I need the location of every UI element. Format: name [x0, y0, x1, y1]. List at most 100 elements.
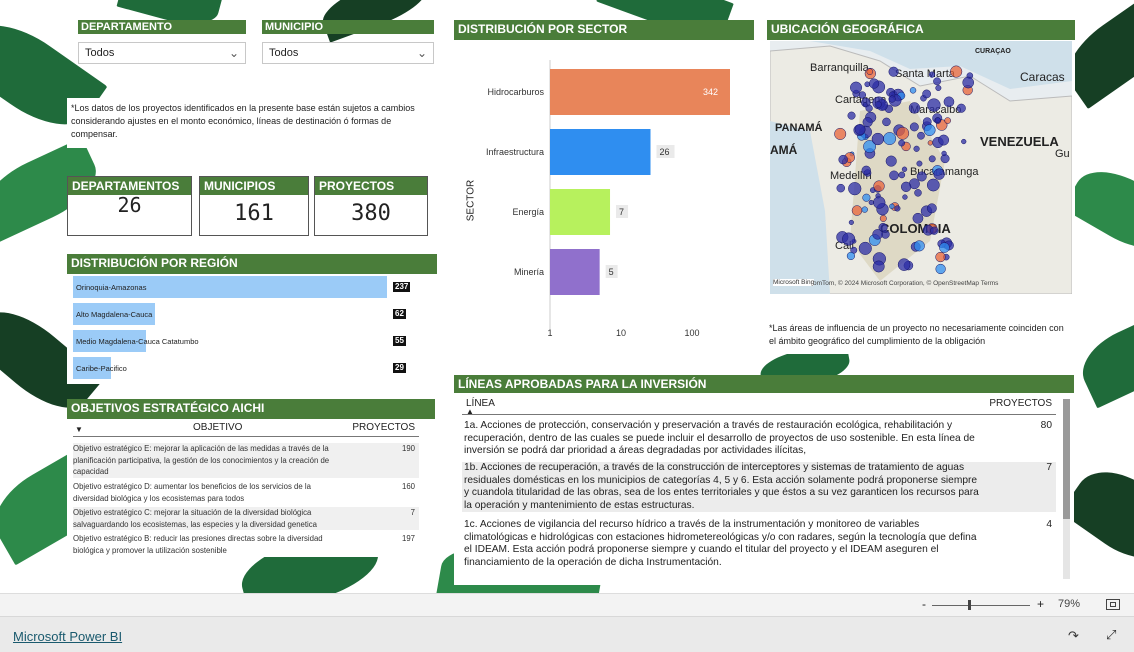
map-project-point[interactable] — [861, 165, 871, 175]
map-project-point[interactable] — [888, 66, 899, 77]
map-project-point[interactable] — [914, 189, 922, 197]
map-project-point[interactable] — [930, 226, 939, 235]
sector-bar[interactable] — [550, 189, 611, 235]
sector-bar[interactable] — [550, 249, 600, 295]
map-project-point[interactable] — [935, 263, 946, 275]
map-project-point[interactable] — [836, 183, 846, 193]
share-icon[interactable]: ↷ — [1068, 628, 1079, 644]
region-bar-row[interactable]: Alto Magdalena-Cauca 62 — [73, 303, 413, 325]
map-project-point[interactable] — [885, 155, 897, 167]
map-project-point[interactable] — [944, 117, 951, 124]
region-bar-row[interactable]: Caribe-Pacifico 29 — [73, 357, 413, 379]
map-project-point[interactable] — [934, 117, 941, 123]
map-project-point[interactable] — [851, 205, 863, 216]
map-project-point[interactable] — [961, 138, 967, 145]
zoom-slider-thumb[interactable] — [968, 600, 971, 610]
map-project-point[interactable] — [938, 134, 950, 146]
map-project-point[interactable] — [848, 182, 862, 196]
map-project-point[interactable] — [898, 171, 906, 179]
region-bar-row[interactable]: Orinoquia-Amazonas 237 — [73, 276, 413, 298]
map-project-point[interactable] — [871, 132, 884, 146]
map-project-point[interactable] — [912, 212, 924, 224]
map-project-point[interactable] — [913, 240, 925, 252]
map-project-point[interactable] — [882, 117, 891, 127]
table-row[interactable]: 1b. Acciones de recuperación, a través d… — [462, 462, 1056, 512]
zoom-in-button[interactable]: + — [1037, 597, 1044, 611]
map-project-point[interactable] — [927, 140, 933, 146]
zoom-slider[interactable] — [932, 600, 1030, 610]
map-project-point[interactable] — [889, 203, 895, 210]
map-project-point[interactable] — [847, 111, 856, 120]
map-project-point[interactable] — [862, 193, 871, 202]
map-project-point[interactable] — [898, 139, 905, 147]
map-project-point[interactable] — [933, 77, 941, 86]
map-project-point[interactable] — [889, 170, 899, 181]
map-project-point[interactable] — [894, 205, 901, 212]
municipio-slicer[interactable]: MUNICIPIO Todos ⌄ — [262, 20, 434, 76]
map-project-point[interactable] — [901, 166, 908, 172]
fullscreen-icon[interactable]: ⤢ — [1106, 627, 1116, 643]
map-project-point[interactable] — [864, 81, 871, 88]
fit-page-icon[interactable] — [1106, 599, 1120, 610]
map-project-point[interactable] — [868, 199, 874, 206]
map-project-point[interactable] — [916, 160, 923, 167]
map-project-point[interactable] — [858, 241, 872, 255]
sector-bar[interactable] — [550, 129, 651, 175]
map-project-point[interactable] — [874, 100, 882, 108]
map-project-point[interactable] — [950, 65, 963, 78]
departamento-slicer[interactable]: DEPARTAMENTO Todos ⌄ — [78, 20, 246, 76]
map-project-point[interactable] — [926, 178, 940, 192]
scrollbar-thumb[interactable] — [1063, 399, 1070, 519]
table-row[interactable]: 1c. Acciones de vigilancia del recurso h… — [462, 519, 1056, 569]
map-project-point[interactable] — [850, 81, 862, 94]
map-project-point[interactable] — [842, 232, 856, 246]
map-project-point[interactable] — [866, 68, 874, 75]
map-project-point[interactable] — [897, 258, 911, 271]
map-project-point[interactable] — [909, 87, 917, 94]
map-project-point[interactable] — [858, 91, 867, 99]
power-bi-link[interactable]: Microsoft Power BI — [13, 629, 122, 644]
map-project-point[interactable] — [861, 206, 868, 213]
geographic-map[interactable]: CURAÇAOBarranquilla Santa Marta CaracasCar… — [770, 41, 1072, 294]
map-project-point[interactable] — [879, 214, 887, 222]
map-attribution[interactable]: © 2024 TomTom, © 2024 Microsoft Corporat… — [787, 280, 998, 287]
map-project-point[interactable] — [854, 124, 866, 135]
table-row[interactable]: Objetivo estratégico B: reducir las pres… — [73, 533, 419, 556]
map-project-point[interactable] — [922, 89, 931, 99]
map-project-point[interactable] — [909, 122, 919, 132]
map-project-point[interactable] — [834, 127, 847, 140]
table-row[interactable]: Objetivo estratégico E: mejorar la aplic… — [73, 443, 419, 478]
map-project-point[interactable] — [941, 150, 947, 157]
map-project-point[interactable] — [865, 104, 873, 112]
zoom-out-button[interactable]: - — [922, 597, 926, 611]
map-project-point[interactable] — [873, 180, 885, 192]
map-project-point[interactable] — [896, 126, 910, 140]
zoom-level[interactable]: 79% — [1058, 598, 1080, 610]
table-row[interactable]: Objetivo estratégico C: mejorar la situa… — [73, 507, 419, 530]
municipio-dropdown[interactable]: Todos ⌄ — [262, 42, 434, 64]
map-project-point[interactable] — [848, 219, 854, 225]
map-project-point[interactable] — [902, 194, 908, 200]
map-project-point[interactable] — [908, 102, 921, 114]
map-project-point[interactable] — [846, 251, 855, 261]
map-project-point[interactable] — [923, 124, 936, 136]
map-project-point[interactable] — [916, 171, 927, 182]
map-project-point[interactable] — [913, 145, 920, 152]
table-scrollbar[interactable] — [1063, 399, 1070, 579]
map-project-point[interactable] — [962, 76, 974, 89]
map-project-point[interactable] — [935, 85, 942, 91]
map-project-point[interactable] — [956, 103, 966, 113]
map-project-point[interactable] — [933, 168, 945, 180]
map-project-point[interactable] — [868, 78, 880, 89]
map-project-point[interactable] — [862, 117, 873, 128]
map-project-point[interactable] — [872, 260, 885, 273]
map-project-point[interactable] — [883, 132, 897, 145]
map-project-point[interactable] — [935, 251, 946, 263]
table-row[interactable]: 1a. Acciones de protección, conservación… — [462, 420, 1056, 458]
map-project-point[interactable] — [928, 71, 936, 78]
map-project-point[interactable] — [939, 242, 950, 253]
map-project-point[interactable] — [943, 96, 955, 108]
map-project-point[interactable] — [926, 203, 937, 214]
table-row[interactable]: Objetivo estratégico D: aumentar los ben… — [73, 481, 419, 504]
region-bar-row[interactable]: Medio Magdalena-Cauca Catatumbo 55 — [73, 330, 413, 352]
